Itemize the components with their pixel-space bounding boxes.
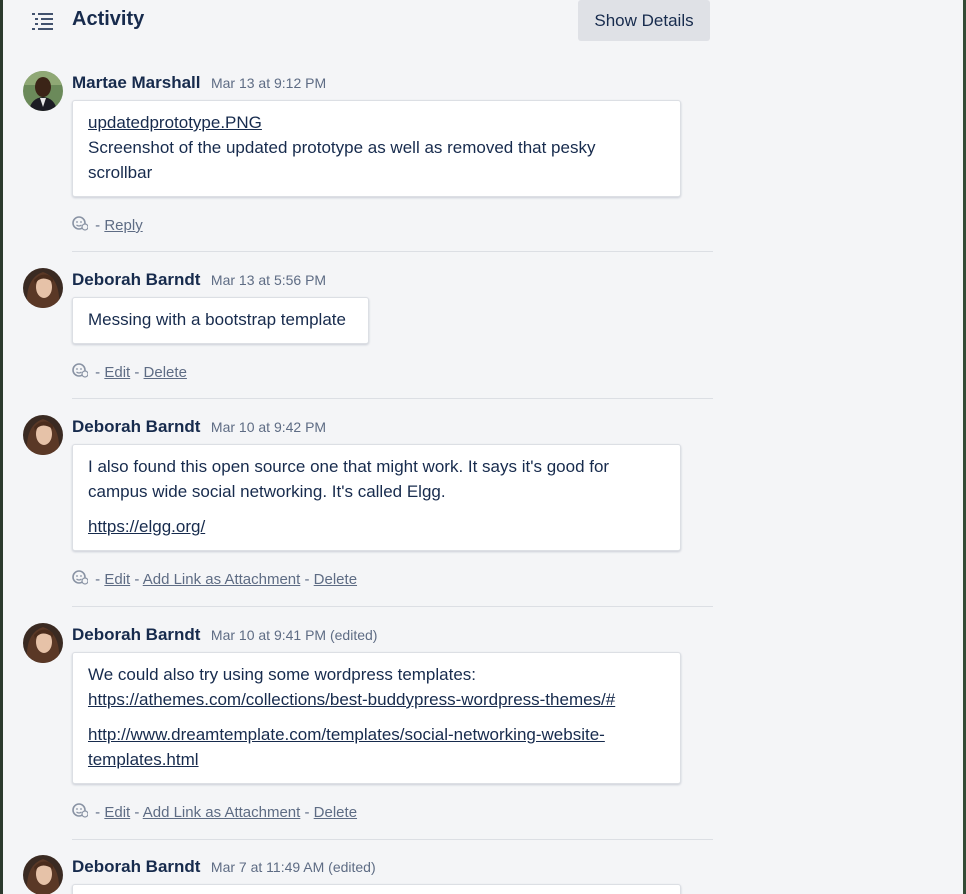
separator: - (95, 364, 101, 381)
reply-link[interactable]: Reply (104, 217, 142, 234)
comment-actions: - Edit - Add Link as Attachment - Delete (72, 802, 357, 821)
comment-text: Messing with a bootstrap template (88, 310, 346, 329)
edit-link[interactable]: Edit (104, 364, 130, 381)
avatar[interactable] (23, 855, 63, 894)
add-reaction-icon[interactable] (72, 802, 88, 818)
comment-actions: - Edit - Delete (72, 362, 187, 381)
edit-link[interactable]: Edit (104, 804, 130, 821)
author-name[interactable]: Deborah Barndt (72, 625, 200, 644)
separator: - (134, 571, 140, 588)
comment-date[interactable]: Mar 13 at 9:12 PM (211, 75, 326, 91)
comment-actions: - Edit - Add Link as Attachment - Delete (72, 569, 357, 588)
comment-date[interactable]: Mar 13 at 5:56 PM (211, 272, 326, 288)
separator: - (134, 364, 140, 381)
comment-bubble: updatedprototype.PNG Screenshot of the u… (72, 100, 681, 197)
avatar[interactable] (23, 268, 63, 308)
comment-meta: Deborah Barndt Mar 13 at 5:56 PM (72, 270, 326, 290)
add-reaction-icon[interactable] (72, 569, 88, 585)
comment-bubble: Messing with a bootstrap template (72, 297, 369, 344)
comment-meta: Martae Marshall Mar 13 at 9:12 PM (72, 73, 326, 93)
comment-text: I also found this open source one that m… (88, 457, 610, 476)
comment-date[interactable]: Mar 10 at 9:41 PM (edited) (211, 627, 378, 643)
add-link-as-attachment[interactable]: Add Link as Attachment (143, 804, 301, 821)
comment-bubble: We could also try using some wordpress t… (72, 652, 681, 784)
url-link[interactable]: https://elgg.org/ (88, 517, 205, 536)
delete-link[interactable]: Delete (314, 571, 357, 588)
comment-bubble: I also found this open source one that m… (72, 444, 681, 551)
add-reaction-icon[interactable] (72, 215, 88, 231)
comment-date[interactable]: Mar 7 at 11:49 AM (edited) (211, 859, 376, 875)
comment-text: scrollbar (88, 163, 153, 182)
attachment-link[interactable]: updatedprototype.PNG (88, 113, 262, 132)
comment-meta: Deborah Barndt Mar 10 at 9:41 PM (edited… (72, 625, 377, 645)
divider (72, 839, 713, 840)
separator: - (304, 804, 310, 821)
comment-meta: Deborah Barndt Mar 7 at 11:49 AM (edited… (72, 857, 376, 877)
activity-title: Activity (72, 8, 145, 30)
avatar[interactable] (23, 415, 63, 455)
add-reaction-icon[interactable] (72, 362, 88, 378)
comment-text: We could also try using some wordpress t… (88, 665, 477, 684)
author-name[interactable]: Deborah Barndt (72, 270, 200, 289)
comment-text: campus wide social networking. It's call… (88, 482, 446, 501)
comment-date[interactable]: Mar 10 at 9:42 PM (211, 419, 326, 435)
edit-link[interactable]: Edit (104, 571, 130, 588)
show-details-button[interactable]: Show Details (578, 0, 710, 41)
author-name[interactable]: Deborah Barndt (72, 857, 200, 876)
comment-meta: Deborah Barndt Mar 10 at 9:42 PM (72, 417, 326, 437)
add-link-as-attachment[interactable]: Add Link as Attachment (143, 571, 301, 588)
avatar[interactable] (23, 71, 63, 111)
author-name[interactable]: Deborah Barndt (72, 417, 200, 436)
delete-link[interactable]: Delete (144, 364, 187, 381)
separator: - (95, 804, 101, 821)
delete-link[interactable]: Delete (314, 804, 357, 821)
separator: - (304, 571, 310, 588)
comment-text: Screenshot of the updated prototype as w… (88, 138, 596, 157)
avatar[interactable] (23, 623, 63, 663)
comment-actions: - Reply (72, 215, 143, 234)
comment-bubble (72, 884, 681, 894)
url-link[interactable]: http://www.dreamtemplate.com/templates/s… (88, 725, 605, 744)
separator: - (134, 804, 140, 821)
activity-header: Activity Show Details (3, 0, 963, 44)
separator: - (95, 571, 101, 588)
separator: - (95, 217, 101, 234)
author-name[interactable]: Martae Marshall (72, 73, 201, 92)
activity-list-icon (32, 13, 53, 30)
url-link[interactable]: https://athemes.com/collections/best-bud… (88, 690, 615, 709)
divider (72, 398, 713, 399)
activity-panel: Activity Show Details Martae Marshall Ma… (3, 0, 963, 894)
url-link[interactable]: templates.html (88, 750, 199, 769)
divider (72, 606, 713, 607)
divider (72, 251, 713, 252)
